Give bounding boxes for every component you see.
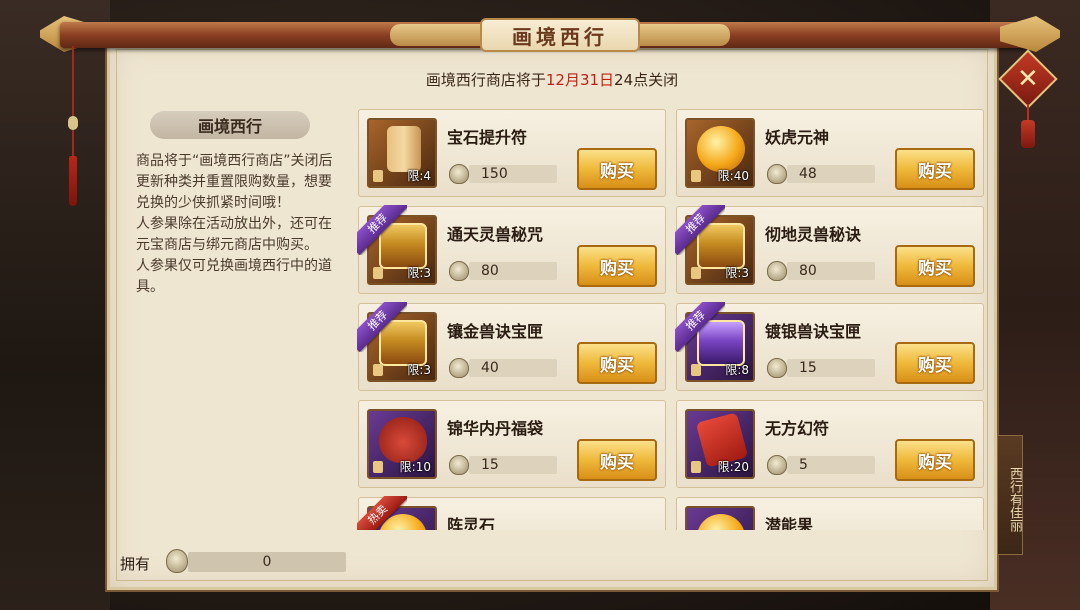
info-paragraph: 人参果除在活动放出外，还可在元宝商店与绑元商店中购买。 [136,216,332,253]
shop-item-card[interactable]: 热卖阵灵石 [357,496,666,530]
buy-button[interactable]: 购买 [577,245,657,287]
item-name: 彻地灵兽秘诀 [765,225,862,244]
recommend-ribbon: 推荐 [675,302,725,352]
shop-item-card[interactable]: 限:8 推荐 镀银兽诀宝匣 15 购买 [675,302,984,391]
window-title: 画境西行 [480,18,640,52]
buy-button[interactable]: 购买 [577,439,657,481]
bag-icon [379,417,427,463]
notice-suffix: 24点关闭 [614,71,679,89]
item-name: 阵灵石 [447,516,496,530]
buy-button[interactable]: 购买 [577,342,657,384]
ginseng-fruit-icon [767,455,787,475]
close-pendant [1021,104,1035,150]
info-description: 商品将于“画境西行商店”关闭后更新种类并重置限购数量，想要兑换的少侠抓紧时间哦！… [136,151,334,298]
side-tab-event[interactable]: 西行有佳丽 [997,435,1023,555]
ginseng-fruit-icon [767,164,787,184]
shop-item-card[interactable]: 限:10 锦华内丹福袋 15 购买 [358,400,666,488]
item-name: 无方幻符 [765,419,830,438]
buy-button[interactable]: 购买 [577,148,657,190]
owned-label: 拥有 [120,555,151,573]
orb-icon [697,126,745,172]
item-price: 80 [469,262,557,280]
item-name: 宝石提升符 [447,128,528,147]
shop-item-card[interactable]: 限:3 推荐 通天灵兽秘咒 80 购买 [357,205,666,294]
background-left [0,0,110,610]
ginseng-fruit-icon [449,261,469,281]
lock-icon [373,267,383,279]
item-price: 5 [787,456,875,474]
scroll-icon [387,126,421,172]
item-price: 150 [469,165,557,183]
buy-button[interactable]: 购买 [895,148,975,190]
ginseng-fruit-icon [449,358,469,378]
info-paragraph: 商品将于“画境西行商店”关闭后更新种类并重置限购数量，想要兑换的少侠抓紧时间哦！ [136,153,333,211]
item-name: 潜能果 [765,516,814,530]
item-price: 48 [787,165,875,183]
buy-button[interactable]: 购买 [895,439,975,481]
purchase-limit: 限:3 [407,266,431,280]
shop-item-card[interactable]: 限:20 无方幻符 5 购买 [676,400,984,488]
shop-item-card[interactable]: 限:3 推荐 彻地灵兽秘诀 80 购买 [675,205,984,294]
item-price: 80 [787,262,875,280]
lock-icon [691,461,701,473]
item-icon-frame[interactable]: 限:40 [685,118,755,188]
purchase-limit: 限:3 [407,363,431,377]
lock-icon [691,267,701,279]
item-name: 镀银兽诀宝匣 [765,322,862,341]
info-paragraph: 人参果仅可兑换画境西行中的道具。 [136,258,332,295]
shop-item-card[interactable]: 限:4 宝石提升符 150 购买 [358,109,666,197]
item-icon-frame[interactable]: 限:10 [367,409,437,479]
purchase-limit: 限:40 [717,169,749,183]
lock-icon [691,364,701,376]
item-price: 15 [787,359,875,377]
recommend-ribbon: 推荐 [357,302,407,352]
item-name: 通天灵兽秘咒 [447,225,544,244]
recommend-ribbon: 推荐 [357,205,407,255]
item-name: 镶金兽诀宝匣 [447,322,544,341]
orb-icon [697,514,745,530]
notice-prefix: 画境西行商店将于 [425,71,546,89]
shop-notice: 画境西行商店将于12月31日24点关闭 [110,69,994,90]
lock-icon [373,461,383,473]
recommend-ribbon: 推荐 [675,205,725,255]
close-icon: ✕ [1017,63,1039,94]
item-price: 15 [469,456,557,474]
purchase-limit: 限:20 [717,460,749,474]
item-name: 锦华内丹福袋 [447,419,544,438]
purchase-limit: 限:10 [399,460,431,474]
buy-button[interactable]: 购买 [895,245,975,287]
purchase-limit: 限:3 [725,266,749,280]
purchase-limit: 限:4 [407,169,431,183]
buy-button[interactable]: 购买 [895,342,975,384]
ginseng-fruit-icon [449,164,469,184]
item-icon-frame[interactable] [685,506,755,530]
shop-item-grid[interactable]: 限:4 宝石提升符 150 购买 限:40 妖虎元神 48 购买 限:3 推荐 通天灵兽秘咒 80 购买… [356,105,996,530]
item-icon-frame[interactable]: 限:20 [685,409,755,479]
item-name: 妖虎元神 [765,128,830,147]
lock-icon [373,364,383,376]
purchase-limit: 限:8 [725,363,749,377]
lock-icon [691,170,701,182]
shop-item-card[interactable]: 限:40 妖虎元神 48 购买 [676,109,984,197]
notice-date: 12月31日 [545,71,615,89]
recommend-ribbon: 热卖 [357,496,407,530]
item-icon-frame[interactable]: 限:4 [367,118,437,188]
shop-item-card[interactable]: 潜能果 [676,497,984,530]
owned-amount: 0 [188,552,346,572]
ginseng-fruit-icon [767,261,787,281]
ginseng-fruit-icon [449,455,469,475]
ginseng-fruit-icon [166,549,188,573]
ginseng-fruit-icon [767,358,787,378]
tassel-ornament [68,46,78,206]
item-price: 40 [469,359,557,377]
lock-icon [373,170,383,182]
shop-item-card[interactable]: 限:3 推荐 镶金兽诀宝匣 40 购买 [357,302,666,391]
info-title: 画境西行 [150,111,310,139]
shop-panel: 画境西行商店将于12月31日24点关闭 画境西行 商品将于“画境西行商店”关闭后… [107,40,997,590]
